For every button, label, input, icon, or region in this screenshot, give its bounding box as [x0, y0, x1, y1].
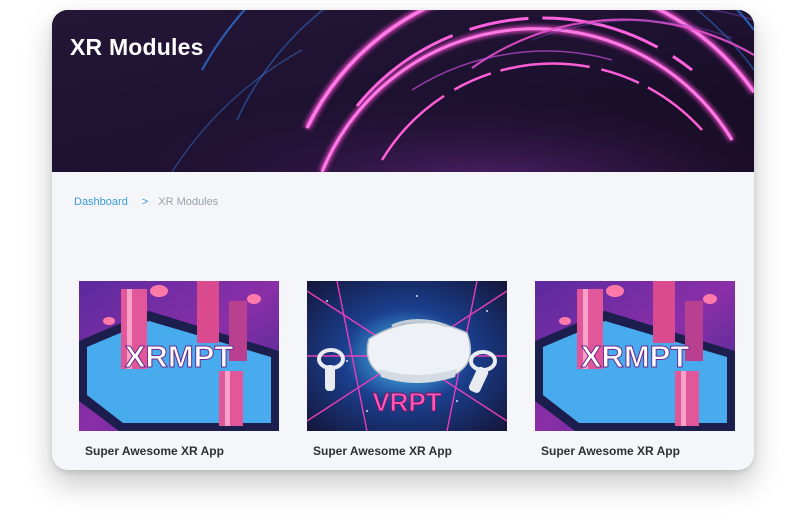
module-thumbnail-image[interactable]: XRMPT — [79, 281, 279, 431]
module-image-label: XRMPT — [581, 339, 690, 374]
breadcrumb-current: XR Modules — [158, 196, 219, 208]
module-title[interactable]: Super Awesome XR App — [85, 444, 279, 458]
breadcrumb: Dashboard > XR Modules — [74, 196, 218, 208]
module-title[interactable]: Super Awesome XR App — [541, 444, 735, 458]
module-image-label: VRPT — [372, 387, 441, 417]
module-thumbnail-image[interactable]: XRMPT — [535, 281, 735, 431]
module-card[interactable]: XRMPT Super Awesome XR App — [535, 281, 735, 458]
breadcrumb-separator: > — [141, 196, 149, 208]
module-thumbnail-image[interactable]: VRPT — [307, 281, 507, 431]
page-title: XR Modules — [70, 34, 204, 60]
module-card[interactable]: VRPT Super Awesome XR App — [307, 281, 507, 458]
module-title[interactable]: Super Awesome XR App — [313, 444, 507, 458]
hero-banner: XR Modules — [52, 10, 754, 172]
breadcrumb-dashboard-link[interactable]: Dashboard — [74, 196, 128, 208]
module-image-label: XRMPT — [125, 339, 234, 374]
module-card[interactable]: XRMPT Super Awesome XR App — [79, 281, 279, 458]
xr-modules-page: XR Modules Dashboard > XR Modules XRMPT … — [52, 10, 754, 470]
